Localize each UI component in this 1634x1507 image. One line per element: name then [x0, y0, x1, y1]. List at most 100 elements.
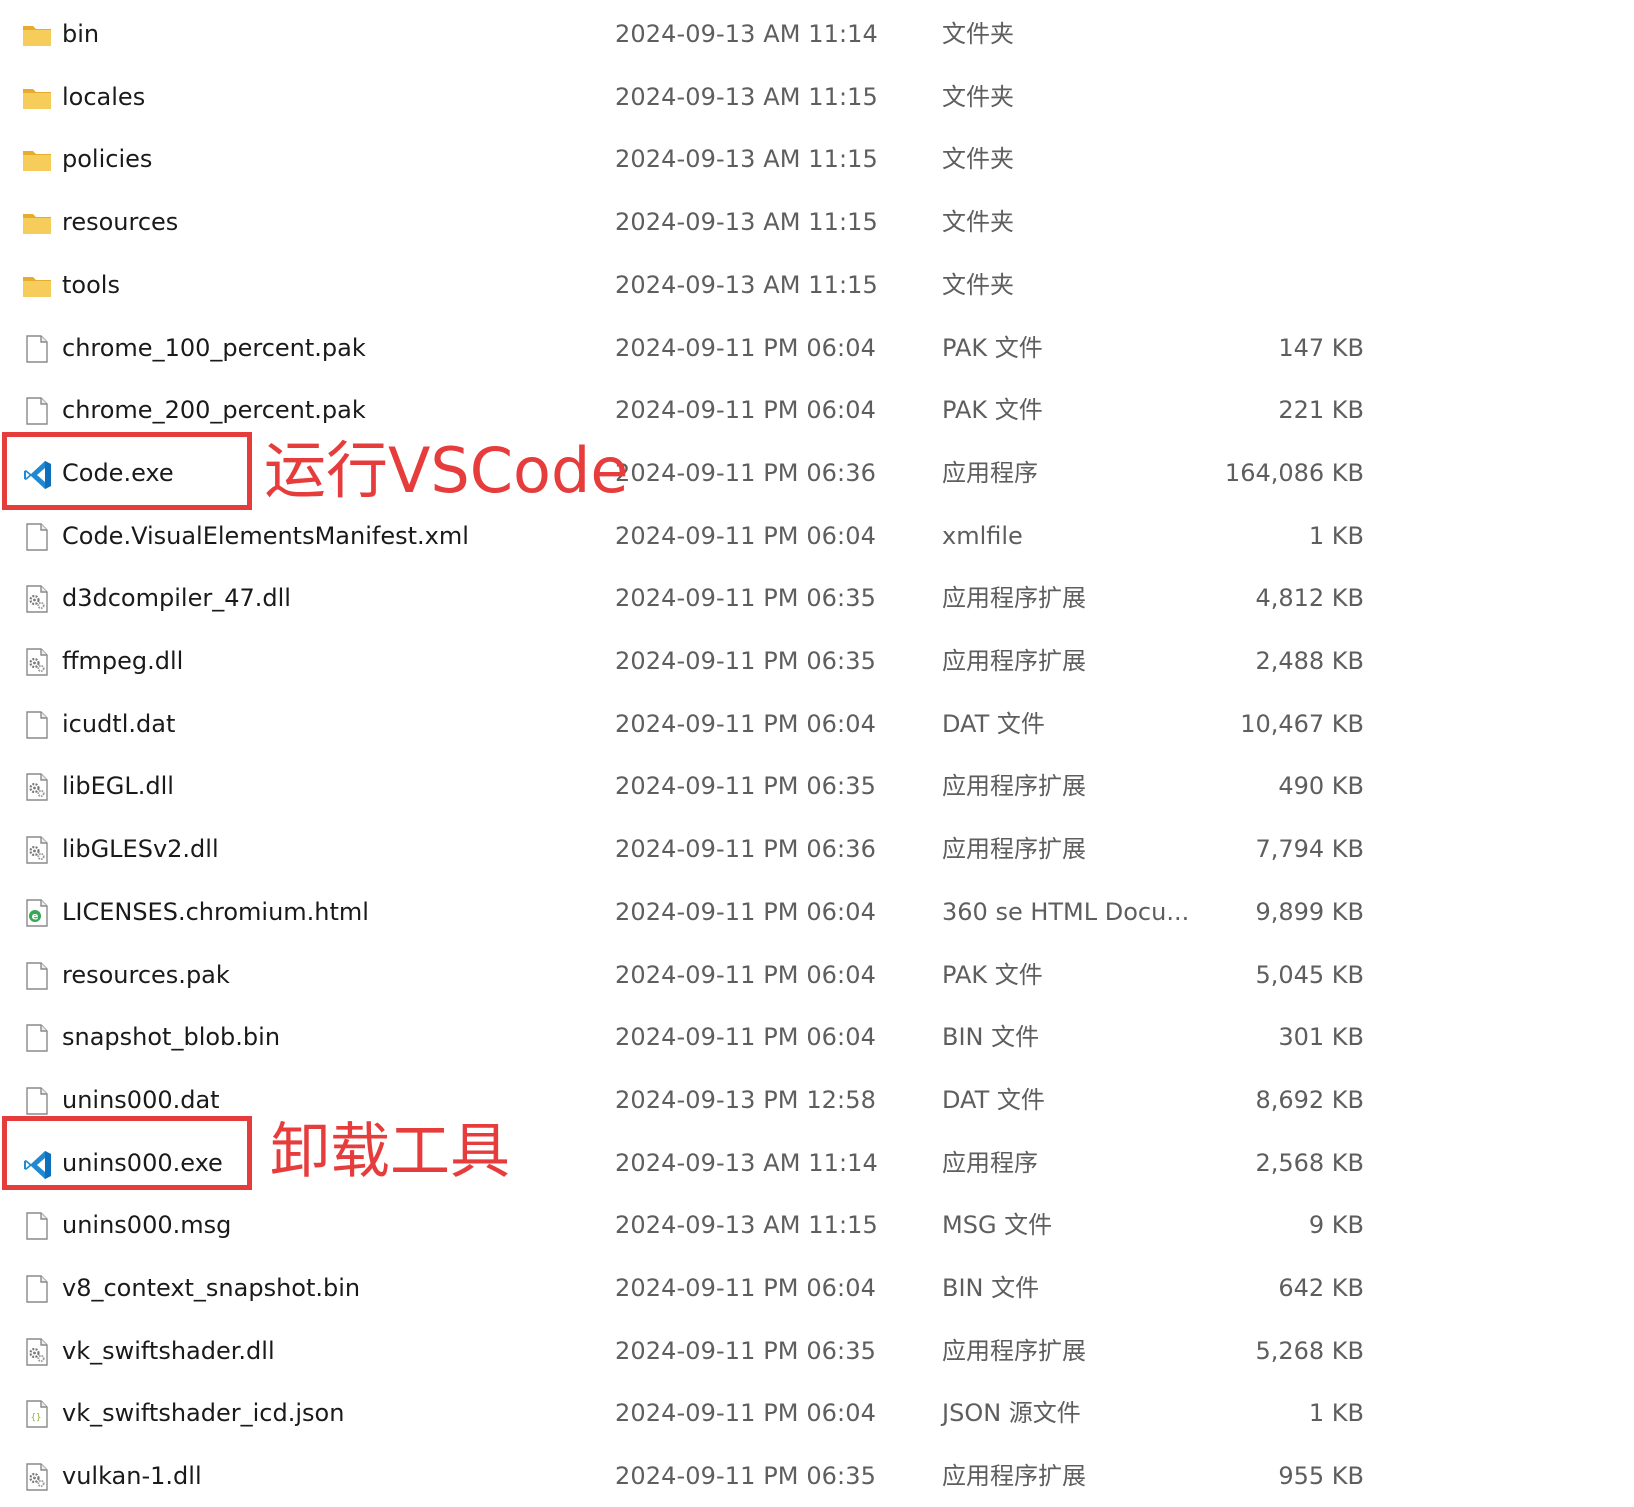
file-icon [22, 710, 52, 740]
file-type: BIN 文件 [942, 1274, 1040, 1302]
file-type: PAK 文件 [942, 960, 1043, 989]
file-row[interactable]: e LICENSES.chromium.html 2024-09-11 PM 06:… [0, 881, 1634, 943]
file-name: chrome_100_percent.pak [62, 333, 366, 362]
file-name: d3dcompiler_47.dll [62, 584, 291, 613]
file-row[interactable]: tools 2024-09-13 AM 11:15 文件夹 [0, 254, 1634, 316]
file-type: 应用程序扩展 [942, 1462, 1086, 1491]
folder-icon [22, 145, 52, 175]
file-type: PAK 文件 [942, 333, 1043, 362]
file-name: resources.pak [62, 960, 230, 989]
file-row[interactable]: snapshot_blob.bin 2024-09-11 PM 06:04 BIN … [0, 1006, 1634, 1068]
file-row[interactable]: bin 2024-09-13 AM 11:14 文件夹 [0, 3, 1634, 65]
file-row[interactable]: policies 2024-09-13 AM 11:15 文件夹 [0, 128, 1634, 190]
dll-icon [22, 584, 52, 614]
file-icon [22, 522, 52, 552]
file-row[interactable]: icudtl.dat 2024-09-11 PM 06:04 DAT 文件 10,46… [0, 693, 1634, 755]
file-name: tools [62, 270, 120, 299]
file-date: 2024-09-11 PM 06:36 [615, 835, 876, 864]
dll-icon [22, 1462, 52, 1492]
file-icon [22, 1086, 52, 1116]
file-type: DAT 文件 [942, 1085, 1045, 1114]
file-size: 10,467 KB [1240, 709, 1364, 738]
file-row[interactable]: resources.pak 2024-09-11 PM 06:04 PAK 文件 5,… [0, 944, 1634, 1006]
file-name: unins000.msg [62, 1211, 232, 1240]
file-date: 2024-09-11 PM 06:36 [615, 458, 876, 487]
file-size: 147 KB [1278, 333, 1364, 362]
file-name: resources [62, 208, 179, 237]
file-row[interactable]: vk_swiftshader.dll 2024-09-11 PM 06:35 应用程… [0, 1320, 1634, 1382]
file-size: 9 KB [1308, 1211, 1364, 1240]
file-type: PAK 文件 [942, 396, 1043, 425]
folder-icon [22, 208, 52, 238]
file-row[interactable]: libEGL.dll 2024-09-11 PM 06:35 应用程序扩展 490 K… [0, 755, 1634, 817]
file-row[interactable]: chrome_100_percent.pak 2024-09-11 PM 06:0… [0, 317, 1634, 379]
file-date: 2024-09-11 PM 06:04 [615, 897, 876, 926]
file-date: 2024-09-13 AM 11:15 [615, 1211, 878, 1240]
file-date: 2024-09-13 AM 11:15 [615, 82, 878, 111]
file-type: 文件夹 [942, 82, 1014, 111]
file-name: vulkan-1.dll [62, 1462, 202, 1491]
file-type: 360 se HTML Docu... [942, 897, 1190, 926]
file-date: 2024-09-13 AM 11:15 [615, 145, 878, 174]
file-name: policies [62, 145, 153, 174]
file-date: 2024-09-11 PM 06:35 [615, 584, 876, 613]
file-size: 1 KB [1308, 1399, 1364, 1428]
file-name: ffmpeg.dll [62, 647, 184, 675]
file-name: icudtl.dat [62, 709, 176, 738]
file-date: 2024-09-11 PM 06:35 [615, 772, 876, 801]
file-size: 221 KB [1278, 396, 1364, 425]
folder-icon [22, 83, 52, 113]
file-row[interactable]: vulkan-1.dll 2024-09-11 PM 06:35 应用程序扩展 955… [0, 1445, 1634, 1507]
file-size: 301 KB [1278, 1023, 1364, 1052]
file-name: snapshot_blob.bin [62, 1023, 281, 1052]
file-size: 8,692 KB [1255, 1085, 1364, 1114]
file-type: xmlfile [942, 521, 1023, 550]
file-name: v8_context_snapshot.bin [62, 1274, 361, 1302]
file-row[interactable]: v8_context_snapshot.bin 2024-09-11 PM 06:… [0, 1257, 1634, 1319]
html-icon: e [22, 898, 52, 928]
file-type: 应用程序扩展 [942, 1336, 1086, 1365]
file-size: 2,568 KB [1255, 1148, 1364, 1177]
file-date: 2024-09-13 AM 11:14 [615, 1148, 878, 1177]
file-name: libEGL.dll [62, 772, 174, 801]
annotation-run-vscode: 运行VSCode [264, 434, 629, 507]
file-date: 2024-09-11 PM 06:04 [615, 521, 876, 550]
file-row[interactable]: ffmpeg.dll 2024-09-11 PM 06:35 应用程序扩展 2,488… [0, 630, 1634, 692]
file-type: 应用程序扩展 [942, 772, 1086, 801]
file-date: 2024-09-11 PM 06:04 [615, 960, 876, 989]
file-type: 文件夹 [942, 208, 1014, 237]
folder-icon [22, 271, 52, 301]
file-icon [22, 1274, 52, 1304]
svg-text:{}: {} [31, 1413, 42, 1423]
file-date: 2024-09-11 PM 06:35 [615, 647, 876, 675]
file-row[interactable]: libGLESv2.dll 2024-09-11 PM 06:36 应用程序扩展 7,… [0, 818, 1634, 880]
file-row[interactable]: unins000.msg 2024-09-13 AM 11:15 MSG 文件 9 K… [0, 1194, 1634, 1256]
file-type: 文件夹 [942, 270, 1014, 299]
file-size: 642 KB [1278, 1274, 1364, 1302]
highlight-box-code-exe [2, 432, 252, 510]
file-name: libGLESv2.dll [62, 835, 219, 864]
file-row[interactable]: {} vk_swiftshader_icd.json 2024-09-11 PM 0… [0, 1382, 1634, 1444]
file-row[interactable]: d3dcompiler_47.dll 2024-09-11 PM 06:35 应用程… [0, 567, 1634, 629]
file-row[interactable]: resources 2024-09-13 AM 11:15 文件夹 [0, 191, 1634, 253]
dll-icon [22, 835, 52, 865]
file-name: locales [62, 82, 146, 111]
file-icon [22, 961, 52, 991]
file-size: 7,794 KB [1255, 835, 1364, 864]
file-type: MSG 文件 [942, 1211, 1053, 1240]
file-row[interactable]: Code.VisualElementsManifest.xml 2024-09-1… [0, 505, 1634, 567]
file-type: 应用程序扩展 [942, 835, 1086, 864]
file-size: 1 KB [1308, 521, 1364, 550]
dll-icon [22, 772, 52, 802]
file-date: 2024-09-13 PM 12:58 [615, 1085, 876, 1114]
file-type: 应用程序扩展 [942, 584, 1086, 613]
file-name: bin [62, 20, 100, 48]
folder-icon [22, 20, 52, 50]
json-icon: {} [22, 1399, 52, 1429]
file-date: 2024-09-13 AM 11:14 [615, 20, 878, 48]
file-icon [22, 334, 52, 364]
dll-icon [22, 1337, 52, 1367]
file-size: 5,045 KB [1255, 960, 1364, 989]
file-row[interactable]: locales 2024-09-13 AM 11:15 文件夹 [0, 66, 1634, 128]
file-type: 文件夹 [942, 20, 1014, 48]
